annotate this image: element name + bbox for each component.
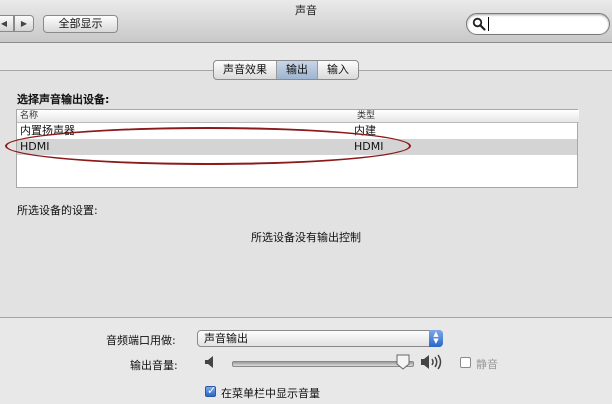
back-button[interactable]: ◀ [0, 15, 14, 32]
forward-button[interactable]: ▶ [14, 15, 34, 32]
mute-label: 静音 [476, 358, 498, 371]
search-field[interactable] [466, 13, 610, 35]
column-header-name[interactable]: 名称 [17, 110, 355, 123]
mute-checkbox[interactable] [460, 357, 471, 368]
device-type: 内建 [354, 124, 376, 137]
tab-bar: 声音效果 输出 输入 [213, 60, 359, 80]
volume-high-icon[interactable] [420, 353, 446, 371]
device-name: HDMI [20, 140, 50, 153]
show-volume-in-menubar-checkbox[interactable]: ✓ [205, 384, 217, 397]
tab-sound-effects[interactable]: 声音效果 [214, 61, 277, 79]
search-icon [472, 17, 486, 31]
window-toolbar: 声音 ◀ ▶ 全部显示 [0, 0, 612, 43]
audio-port-label: 音频端口用做: [106, 334, 176, 347]
device-type: HDMI [354, 140, 384, 153]
volume-slider-knob[interactable] [396, 354, 410, 370]
audio-port-value: 声音输出 [204, 332, 248, 345]
output-device-table[interactable]: 名称 类型 内置扬声器 内建 HDMI HDMI [16, 109, 579, 188]
no-controls-message: 所选设备没有输出控制 [251, 231, 361, 244]
show-volume-in-menubar-label: 在菜单栏中显示音量 [221, 387, 320, 400]
device-name: 内置扬声器 [20, 124, 75, 137]
forward-arrow-icon: ▶ [20, 19, 28, 28]
device-row-builtin-speakers[interactable]: 内置扬声器 内建 [17, 123, 577, 139]
popup-arrows-icon: ▲ ▼ [429, 330, 443, 347]
volume-slider-track[interactable] [232, 361, 414, 367]
back-arrow-icon: ◀ [0, 19, 8, 28]
device-row-hdmi[interactable]: HDMI HDMI [17, 139, 577, 155]
text-cursor [488, 17, 489, 31]
show-all-button[interactable]: 全部显示 [43, 15, 118, 33]
tab-output[interactable]: 输出 [277, 61, 318, 79]
output-volume-label: 输出音量: [130, 359, 178, 372]
device-list-heading: 选择声音输出设备: [17, 93, 110, 106]
audio-port-select[interactable]: 声音输出 ▲ ▼ [197, 330, 443, 347]
tab-input[interactable]: 输入 [318, 61, 358, 79]
settings-panel [0, 70, 612, 318]
device-settings-heading: 所选设备的设置: [17, 204, 98, 217]
column-header-type[interactable]: 类型 [354, 110, 579, 123]
volume-low-icon[interactable] [204, 355, 218, 369]
checkmark-icon: ✓ [207, 384, 217, 397]
